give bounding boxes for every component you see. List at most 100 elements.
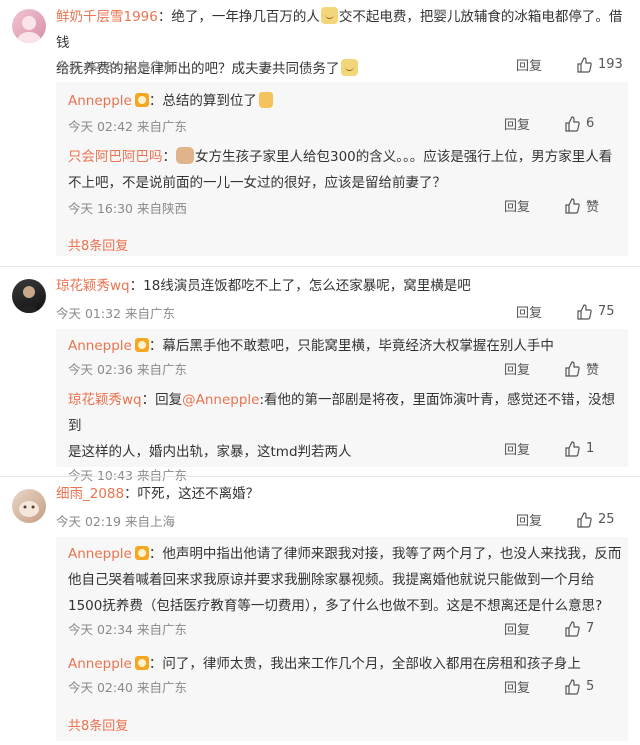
reply-actions: 回复 赞 xyxy=(504,196,616,215)
reply-text: ：幕后黑手他不敢惹吧，只能窝里横，毕竟经济大权掌握在别人手中 xyxy=(148,338,554,354)
comment-meta: 今天 02:34 来自广东 xyxy=(56,59,175,74)
thumbs-up-icon xyxy=(564,620,580,637)
reply-button[interactable]: 回复 xyxy=(516,302,576,321)
verified-badge-icon xyxy=(134,338,149,352)
reply-button[interactable]: 回复 xyxy=(504,114,564,133)
reply-text: ：回复 xyxy=(141,392,183,408)
verified-badge-icon xyxy=(134,546,149,560)
thumbs-up-icon xyxy=(576,56,592,73)
doge-emoji-icon xyxy=(320,7,338,24)
reply-actions: 回复 1 xyxy=(504,439,616,458)
like-button[interactable]: 赞 xyxy=(564,196,616,215)
reply-body: Annepple ：他声明中指出他请了律师来跟我对接，我等了两个月了，也没人来找我… xyxy=(68,541,624,619)
reply-box: Annepple ：幕后黑手他不敢惹吧，只能窝里横，毕竟经济大权掌握在别人手中 今… xyxy=(56,329,628,483)
comment-actions: 回复 193 xyxy=(516,55,628,74)
reply-item: Annepple ：他声明中指出他请了律师来跟我对接，我等了两个月了，也没人来找我… xyxy=(68,541,628,638)
reply-button[interactable]: 回复 xyxy=(504,439,564,458)
cat-emoji-icon xyxy=(176,147,194,164)
avatar-image-icon xyxy=(17,16,41,43)
like-button[interactable]: 5 xyxy=(564,678,616,695)
reply-actions: 回复 5 xyxy=(504,677,616,696)
comment-actions: 回复 25 xyxy=(516,510,628,529)
comment-2: 琼花颖秀wq：18线演员连饭都吃不上了，怎么还家暴呢，窝里横是吧 今天 01:3… xyxy=(0,267,640,483)
reply-text: ：总结的算到位了 xyxy=(148,93,257,109)
like-count: 25 xyxy=(598,512,615,527)
reply-text-line2: 是这样的人，婚内出轨，家暴，这tmd判若两人 xyxy=(68,444,352,460)
comment-username[interactable]: 细雨_2088 xyxy=(56,486,124,502)
reply-text: ： xyxy=(162,149,177,165)
verified-badge-icon xyxy=(134,656,149,670)
reply-body: Annepple ：问了，律师太贵，我出来工作几个月，全部收入都用在房租和孩子身上 xyxy=(68,651,628,677)
like-button[interactable]: 193 xyxy=(576,56,628,73)
reply-box: Annepple ：他声明中指出他请了律师来跟我对接，我等了两个月了，也没人来找我… xyxy=(56,537,628,741)
reply-text-line2: 不上吧，不是说前面的一儿一女过的很好，应该是留给前妻了？ xyxy=(68,175,446,191)
thumbs-up-icon xyxy=(564,678,580,695)
comment-text: ：吓死，这还不离婚？ xyxy=(124,486,260,502)
comment-text: ：18线演员连饭都吃不上了，怎么还家暴呢，窝里横是吧 xyxy=(129,278,471,294)
reply-item: Annepple ：总结的算到位了 今天 02:42 来自广东 回复 6 xyxy=(68,88,628,135)
like-button[interactable]: 1 xyxy=(564,440,616,457)
reply-item: 只会阿巴阿巴吗： 女方生孩子家里人给包300的含义。。。应该是强行上位，男方家里人… xyxy=(68,144,628,217)
reply-username[interactable]: 只会阿巴阿巴吗 xyxy=(68,149,163,165)
thumbs-up-icon xyxy=(564,440,580,457)
thumbs-up-emoji-icon xyxy=(258,92,273,108)
comment-3: 细雨_2088：吓死，这还不离婚？ 今天 02:19 来自上海 回复 25 An… xyxy=(0,477,640,745)
reply-button[interactable]: 回复 xyxy=(504,677,564,696)
reply-username[interactable]: Annepple xyxy=(68,546,132,562)
comment-username[interactable]: 鲜奶千层雪1996 xyxy=(56,9,158,25)
reply-username[interactable]: Annepple xyxy=(68,656,132,672)
like-count: 6 xyxy=(586,116,595,131)
like-count: 75 xyxy=(598,304,615,319)
thumbs-up-icon xyxy=(576,303,592,320)
reply-button[interactable]: 回复 xyxy=(504,619,564,638)
reply-username[interactable]: 琼花颖秀wq xyxy=(68,392,142,408)
like-button[interactable]: 赞 xyxy=(564,359,616,378)
reply-button[interactable]: 回复 xyxy=(516,55,576,74)
reply-username[interactable]: Annepple xyxy=(68,338,132,354)
mention-link[interactable]: @Annepple xyxy=(182,392,259,408)
reply-box: Annepple ：总结的算到位了 今天 02:42 来自广东 回复 6 只会阿巴… xyxy=(56,82,628,256)
reply-item: Annepple ：幕后黑手他不敢惹吧，只能窝里横，毕竟经济大权掌握在别人手中 今… xyxy=(68,333,628,378)
like-count: 193 xyxy=(598,57,623,72)
comment-body: 细雨_2088：吓死，这还不离婚？ xyxy=(56,481,259,507)
thumbs-up-icon xyxy=(564,115,580,132)
avatar-image-icon xyxy=(18,286,40,313)
doge-emoji-icon xyxy=(340,59,358,76)
like-count: 7 xyxy=(586,621,595,636)
avatar[interactable] xyxy=(12,489,46,523)
reply-text-cont: 女方生孩子家里人给包300的含义。。。应该是强行上位，男方家里人看 xyxy=(195,149,613,165)
more-replies-link[interactable]: 共8条回复 xyxy=(68,235,128,254)
avatar[interactable] xyxy=(12,279,46,313)
reply-text: ：问了，律师太贵，我出来工作几个月，全部收入都用在房租和孩子身上 xyxy=(148,656,581,672)
avatar[interactable] xyxy=(12,9,46,43)
reply-actions: 回复 7 xyxy=(504,619,616,638)
reply-actions: 回复 赞 xyxy=(504,359,616,378)
more-replies-link[interactable]: 共8条回复 xyxy=(68,715,128,734)
reply-body: 只会阿巴阿巴吗： 女方生孩子家里人给包300的含义。。。应该是强行上位，男方家里人… xyxy=(68,144,623,196)
reply-text-line3: 1500抚养费（包括医疗教育等一切费用），多了什么也做不到。这是不想离还是什么意… xyxy=(68,598,603,614)
like-count: 5 xyxy=(586,679,595,694)
thumbs-up-icon xyxy=(576,511,592,528)
comment-username[interactable]: 琼花颖秀wq xyxy=(56,278,130,294)
comment-text: ：绝了，一年挣几百万的人 xyxy=(157,9,320,25)
thumbs-up-icon xyxy=(564,360,580,377)
comment-body: 琼花颖秀wq：18线演员连饭都吃不上了，怎么还家暴呢，窝里横是吧 xyxy=(56,273,471,299)
like-count: 1 xyxy=(586,441,595,456)
comment-1: 鲜奶千层雪1996：绝了，一年挣几百万的人 交不起电费，把婴儿放辅食的冰箱电都停了… xyxy=(0,0,640,256)
comment-meta: 今天 02:19 来自上海 xyxy=(56,514,175,529)
like-button[interactable]: 25 xyxy=(576,511,628,528)
reply-text: ：他声明中指出他请了律师来跟我对接，我等了两个月了，也没人来找我，反而 xyxy=(148,546,622,562)
thumbs-up-icon xyxy=(564,197,580,214)
like-button[interactable]: 75 xyxy=(576,303,628,320)
avatar-image-icon xyxy=(19,501,39,517)
comment-actions: 回复 75 xyxy=(516,302,628,321)
like-button[interactable]: 6 xyxy=(564,115,616,132)
reply-button[interactable]: 回复 xyxy=(516,510,576,529)
verified-badge-icon xyxy=(134,93,149,107)
reply-button[interactable]: 回复 xyxy=(504,196,564,215)
reply-item: Annepple ：问了，律师太贵，我出来工作几个月，全部收入都用在房租和孩子身上… xyxy=(68,651,628,696)
reply-button[interactable]: 回复 xyxy=(504,359,564,378)
like-button[interactable]: 7 xyxy=(564,620,616,637)
reply-item: 琼花颖秀wq：回复@Annepple:看他的第一部剧是将夜，里面饰演叶青，感觉还… xyxy=(68,387,628,484)
reply-username[interactable]: Annepple xyxy=(68,93,132,109)
